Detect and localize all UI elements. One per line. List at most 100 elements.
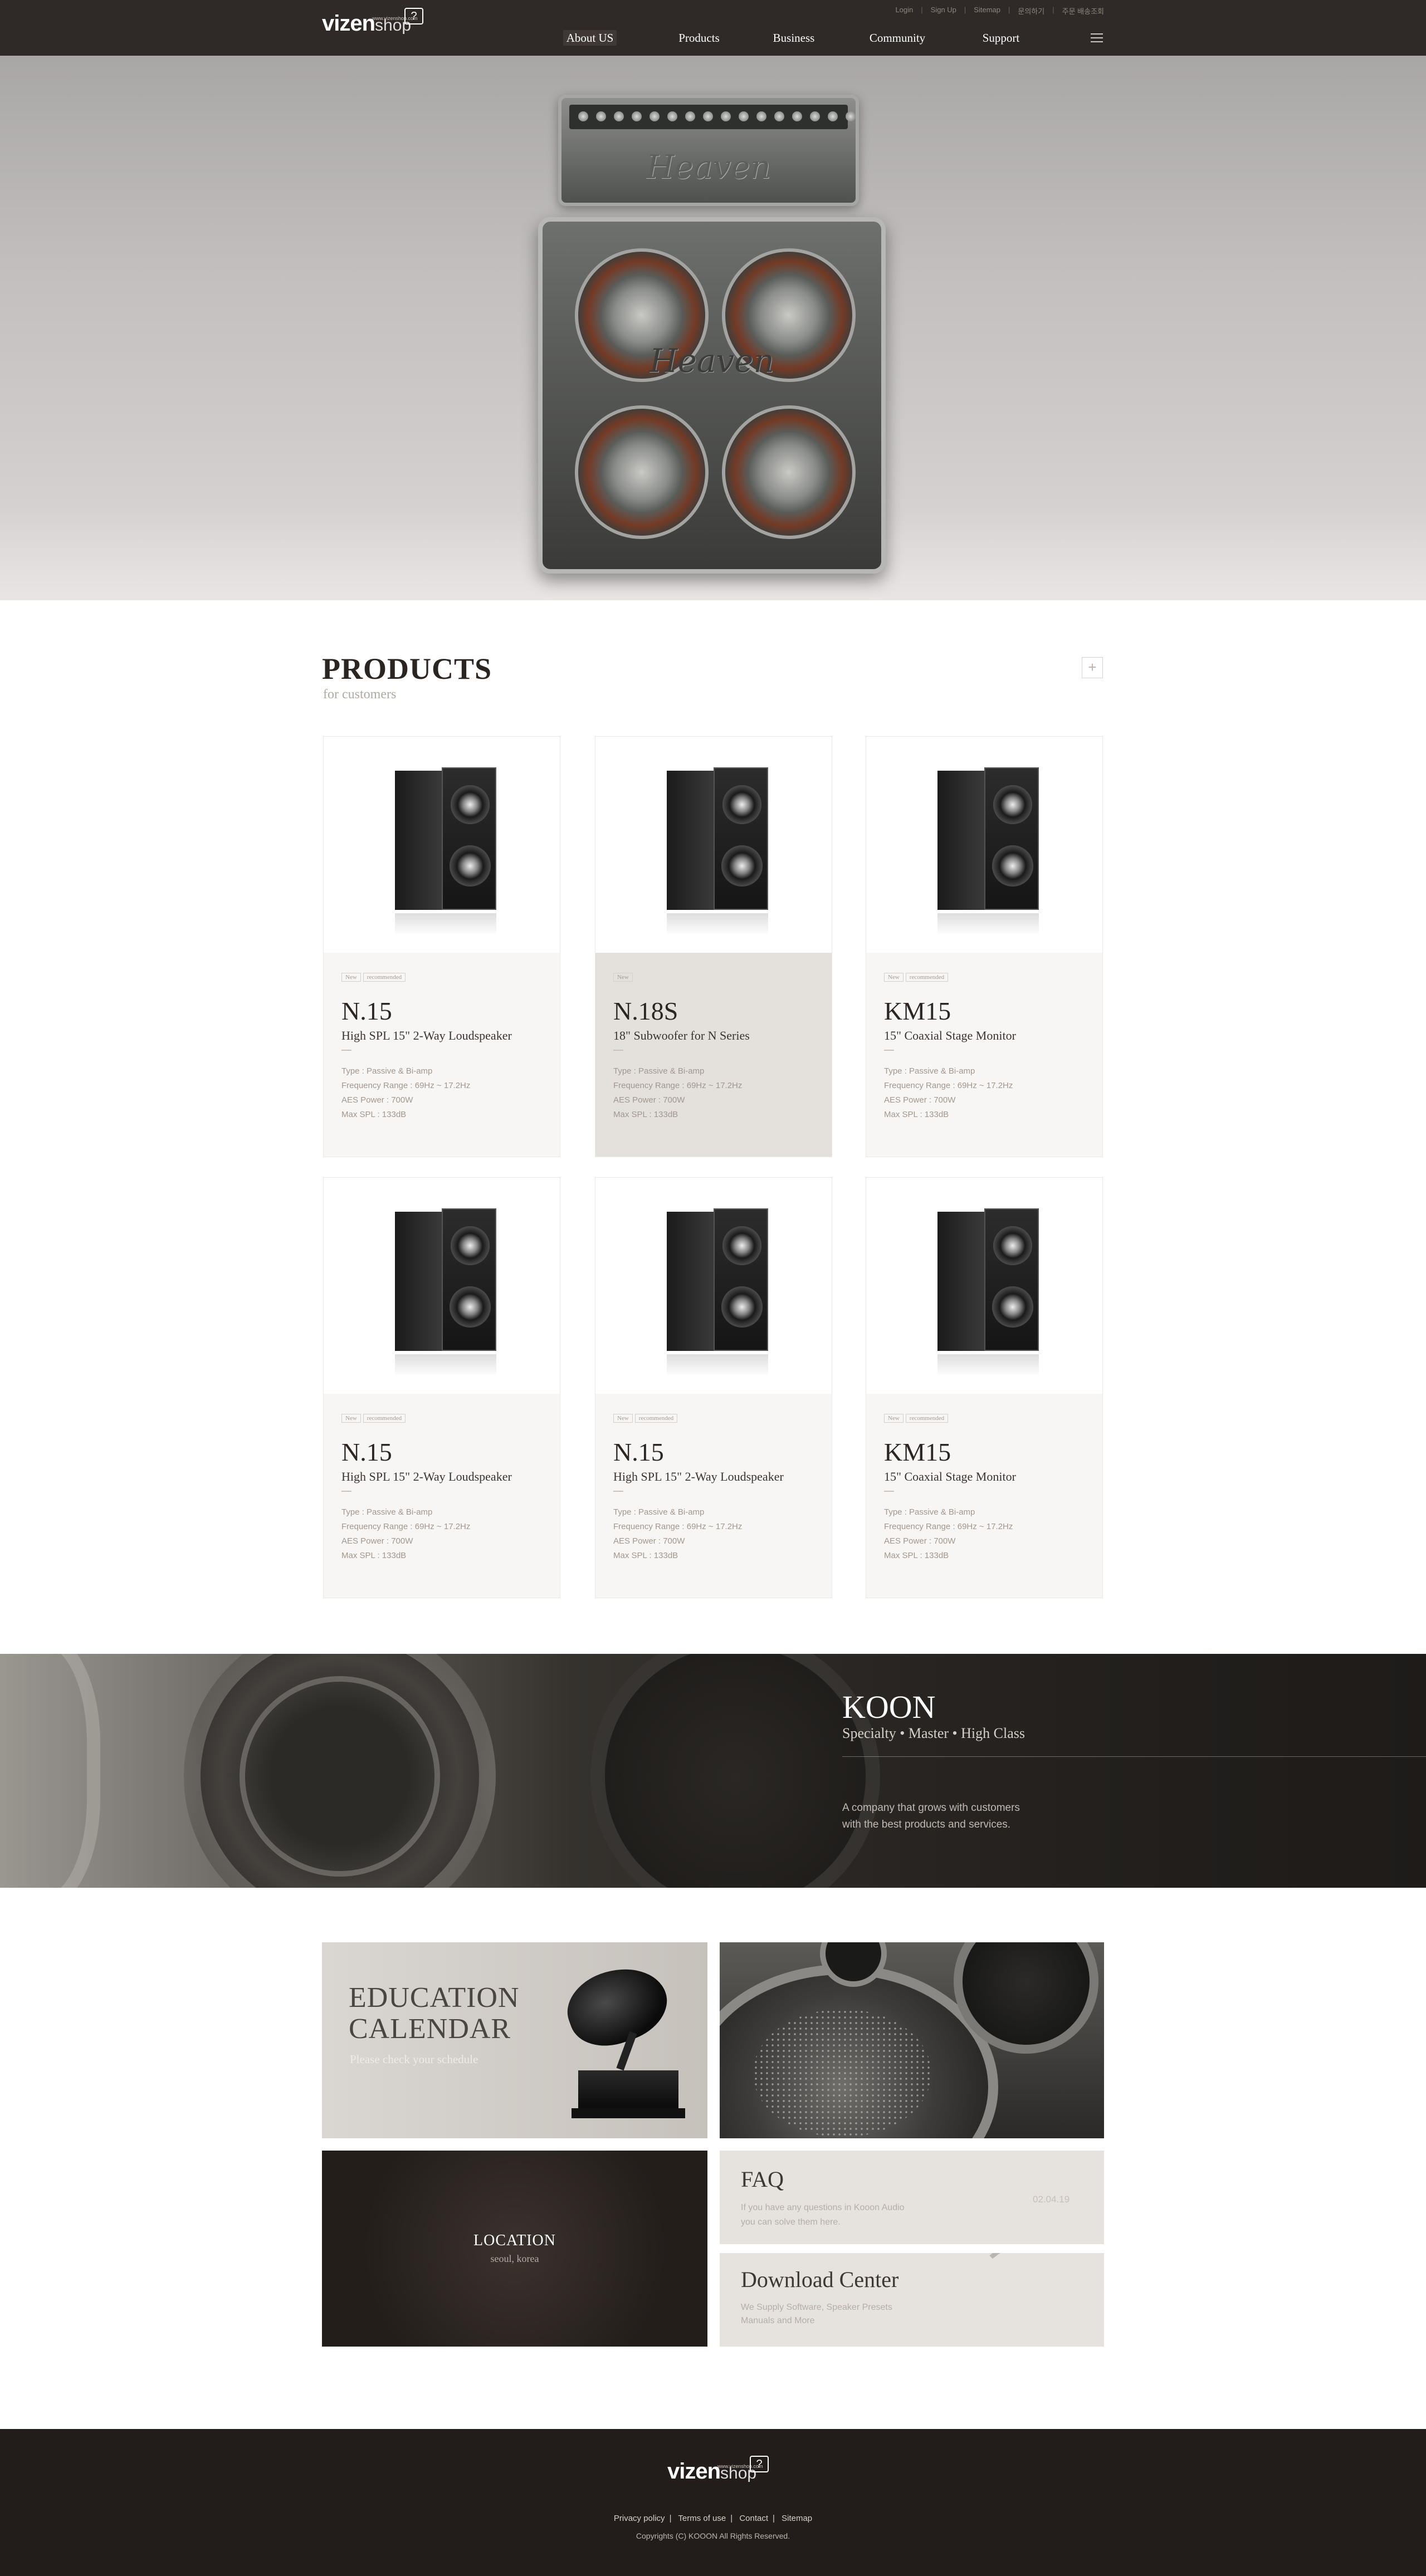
product-name: N.15 <box>341 997 392 1025</box>
footer-logo[interactable]: vizenshop www.vizenshop.com ? <box>667 2456 769 2484</box>
divider <box>842 1756 1426 1757</box>
download-text: We Supply Software, Speaker Presets Manu… <box>741 2301 964 2328</box>
product-description: 15" Coaxial Stage Monitor <box>884 1470 1016 1483</box>
product-image <box>866 737 1102 953</box>
terms-link[interactable]: Terms of use <box>678 2514 726 2523</box>
speaker-cabinet-image: Heaven <box>538 217 886 574</box>
nav-business[interactable]: Business <box>752 31 836 45</box>
speaker-grill-image <box>720 1942 1104 2138</box>
menu-icon[interactable] <box>1091 33 1103 42</box>
nav-support[interactable]: Support <box>959 31 1043 45</box>
product-name: KM15 <box>884 1438 951 1466</box>
product-spec: Frequency Range : 69Hz ~ 17.2Hz <box>884 1081 1013 1090</box>
download-title: Download Center <box>741 2267 899 2292</box>
location-tile[interactable]: LOCATION seoul, korea <box>322 2151 707 2347</box>
badge: New <box>341 973 361 982</box>
product-description: 15" Coaxial Stage Monitor <box>884 1029 1016 1042</box>
product-badges: New <box>613 973 633 982</box>
product-card[interactable]: New recommended KM15 15" Coaxial Stage Mo… <box>866 1177 1103 1598</box>
copyright: Copyrights (C) KOOON All Rights Reserved… <box>636 2531 790 2540</box>
education-title-line-2: CALENDAR <box>349 2013 511 2045</box>
faq-title: FAQ <box>741 2167 784 2192</box>
signup-link[interactable]: Sign Up <box>931 6 956 16</box>
product-card[interactable]: New recommended N.15 High SPL 15" 2-Way L… <box>323 736 560 1157</box>
footer-sitemap-link[interactable]: Sitemap <box>782 2514 812 2523</box>
nav-about[interactable]: About US <box>557 30 623 46</box>
product-spec: Type : Passive & Bi-amp <box>613 1507 705 1517</box>
product-badges: New recommended <box>884 973 949 982</box>
footer-links: Privacy policy | Terms of use | Contact | S… <box>613 2514 813 2523</box>
product-name: N.18S <box>613 997 678 1025</box>
footer-logo-main: vizen <box>667 2459 721 2484</box>
product-spec: Max SPL : 133dB <box>613 1551 678 1560</box>
product-card[interactable]: New recommended N.15 High SPL 15" 2-Way L… <box>323 1177 560 1598</box>
nav-community[interactable]: Community <box>836 31 959 45</box>
badge: recommended <box>634 1414 678 1423</box>
education-title: EDUCATION CALENDAR <box>349 1982 520 2045</box>
product-badges: New recommended <box>884 1414 949 1423</box>
logo-main: vizen <box>322 11 375 36</box>
product-description: High SPL 15" 2-Way Loudspeaker <box>341 1470 512 1483</box>
product-spec: Max SPL : 133dB <box>341 1110 407 1119</box>
education-calendar-tile[interactable]: EDUCATION CALENDAR Please check your sch… <box>322 1942 707 2138</box>
order-tracking-link[interactable]: 주문 배송조회 <box>1062 6 1104 16</box>
location-subtitle: seoul, korea <box>490 2253 539 2264</box>
sitemap-link[interactable]: Sitemap <box>974 6 1000 16</box>
main-nav: About US Products Business Community Sup… <box>557 30 1043 46</box>
faq-text-line-2: you can solve them here. <box>741 2217 841 2227</box>
product-spec: Type : Passive & Bi-amp <box>613 1066 705 1076</box>
product-card[interactable]: New N.18S 18" Subwoofer for N Series Typ… <box>595 736 832 1157</box>
divider <box>613 1491 623 1492</box>
product-spec: AES Power : 700W <box>884 1536 956 1546</box>
product-badges: New recommended <box>613 1414 678 1423</box>
login-link[interactable]: Login <box>895 6 913 16</box>
product-card[interactable]: New recommended N.15 High SPL 15" 2-Way L… <box>595 1177 832 1598</box>
badge: New <box>884 1414 904 1423</box>
product-spec: Frequency Range : 69Hz ~ 17.2Hz <box>884 1522 1013 1531</box>
product-description: High SPL 15" 2-Way Loudspeaker <box>613 1470 784 1483</box>
cabinet-logo: Heaven <box>649 342 774 380</box>
products-more-button[interactable]: + <box>1082 657 1103 678</box>
koon-banner: KOON Specialty • Master • High Class A c… <box>0 1654 1426 1888</box>
inquiry-link[interactable]: 문의하기 <box>1018 6 1044 16</box>
utility-links: Login | Sign Up | Sitemap | 문의하기 | 주문 배송조회 <box>895 6 1104 16</box>
product-spec: Frequency Range : 69Hz ~ 17.2Hz <box>341 1522 471 1531</box>
product-description: High SPL 15" 2-Way Loudspeaker <box>341 1029 512 1042</box>
product-name: N.15 <box>341 1438 392 1466</box>
footer-logo-badge: ? <box>750 2456 769 2472</box>
koon-subtitle: Specialty • Master • High Class <box>842 1725 1025 1741</box>
product-spec: Type : Passive & Bi-amp <box>884 1507 975 1517</box>
product-image <box>324 1178 560 1394</box>
divider <box>613 1050 623 1051</box>
faq-tile[interactable]: FAQ If you have any questions in Kooon A… <box>720 2151 1104 2244</box>
product-spec: AES Power : 700W <box>613 1095 685 1105</box>
amp-logo: Heaven <box>646 148 771 186</box>
product-spec: Frequency Range : 69Hz ~ 17.2Hz <box>613 1522 743 1531</box>
education-subtitle: Please check your schedule <box>350 2053 478 2066</box>
product-spec: AES Power : 700W <box>341 1536 413 1546</box>
hero-banner: Heaven Heaven <box>0 56 1426 600</box>
product-description: 18" Subwoofer for N Series <box>613 1029 750 1042</box>
product-image <box>595 1178 832 1394</box>
product-card[interactable]: New recommended KM15 15" Coaxial Stage Mo… <box>866 736 1103 1157</box>
product-badges: New recommended <box>341 973 406 982</box>
badge: New <box>341 1414 361 1423</box>
site-logo[interactable]: vizenshop www.vizenshop.com ? <box>322 8 423 36</box>
product-spec: AES Power : 700W <box>341 1095 413 1105</box>
product-spec: Frequency Range : 69Hz ~ 17.2Hz <box>341 1081 471 1090</box>
privacy-policy-link[interactable]: Privacy policy <box>614 2514 665 2523</box>
badge: recommended <box>363 973 406 982</box>
koon-title: KOON <box>842 1689 936 1725</box>
product-spec: Max SPL : 133dB <box>884 1110 949 1119</box>
nav-products[interactable]: Products <box>623 31 752 45</box>
download-center-tile[interactable]: Download Center We Supply Software, Spea… <box>720 2253 1104 2347</box>
product-image <box>595 737 832 953</box>
product-spec: Type : Passive & Bi-amp <box>341 1507 433 1517</box>
divider <box>884 1050 894 1051</box>
contact-link[interactable]: Contact <box>739 2514 768 2523</box>
badge: New <box>613 1414 633 1423</box>
product-spec: Max SPL : 133dB <box>341 1551 407 1560</box>
product-image <box>324 737 560 953</box>
badge: recommended <box>363 1414 406 1423</box>
badge: recommended <box>905 973 949 982</box>
